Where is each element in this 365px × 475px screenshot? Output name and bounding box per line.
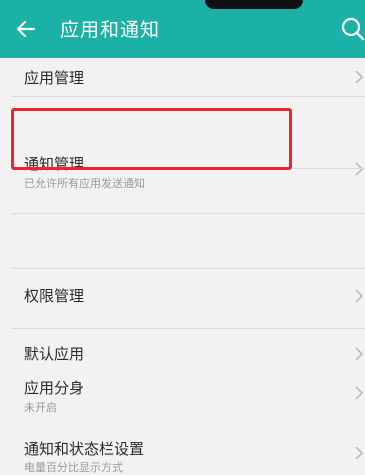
chevron-right-icon (355, 70, 364, 84)
list-item-default-apps[interactable]: 默认应用 (0, 213, 365, 363)
list-item-app-twin[interactable]: 应用分身 未开启 (0, 258, 365, 414)
settings-list: 应用管理 通知管理 已允许所有应用发送通知 权限管理 默认应用 应用分身 未开启… (0, 58, 365, 474)
item-subtitle: 未开启 (24, 401, 57, 414)
list-item-permission-management[interactable]: 权限管理 (0, 168, 365, 305)
item-label: 应用管理 (24, 69, 85, 87)
search-button[interactable] (338, 14, 365, 44)
chevron-right-icon (355, 386, 364, 400)
item-label: 应用分身 (24, 379, 85, 397)
arrow-left-icon (16, 20, 36, 38)
chevron-right-icon (355, 446, 364, 460)
page-title: 应用和通知 (60, 19, 161, 41)
app-bar: 应用和通知 (0, 0, 365, 58)
camera-notch (205, 0, 303, 9)
item-subtitle: 电量百分比显示方式 (24, 461, 123, 474)
list-item-notification-management[interactable]: 通知管理 已允许所有应用发送通知 (0, 96, 365, 190)
list-item-app-management[interactable]: 应用管理 (0, 58, 365, 96)
back-button[interactable] (14, 17, 38, 41)
list-item-notification-statusbar[interactable]: 通知和状态栏设置 电量百分比显示方式 (0, 318, 365, 474)
search-icon (341, 17, 365, 41)
item-label: 通知和状态栏设置 (24, 440, 145, 458)
